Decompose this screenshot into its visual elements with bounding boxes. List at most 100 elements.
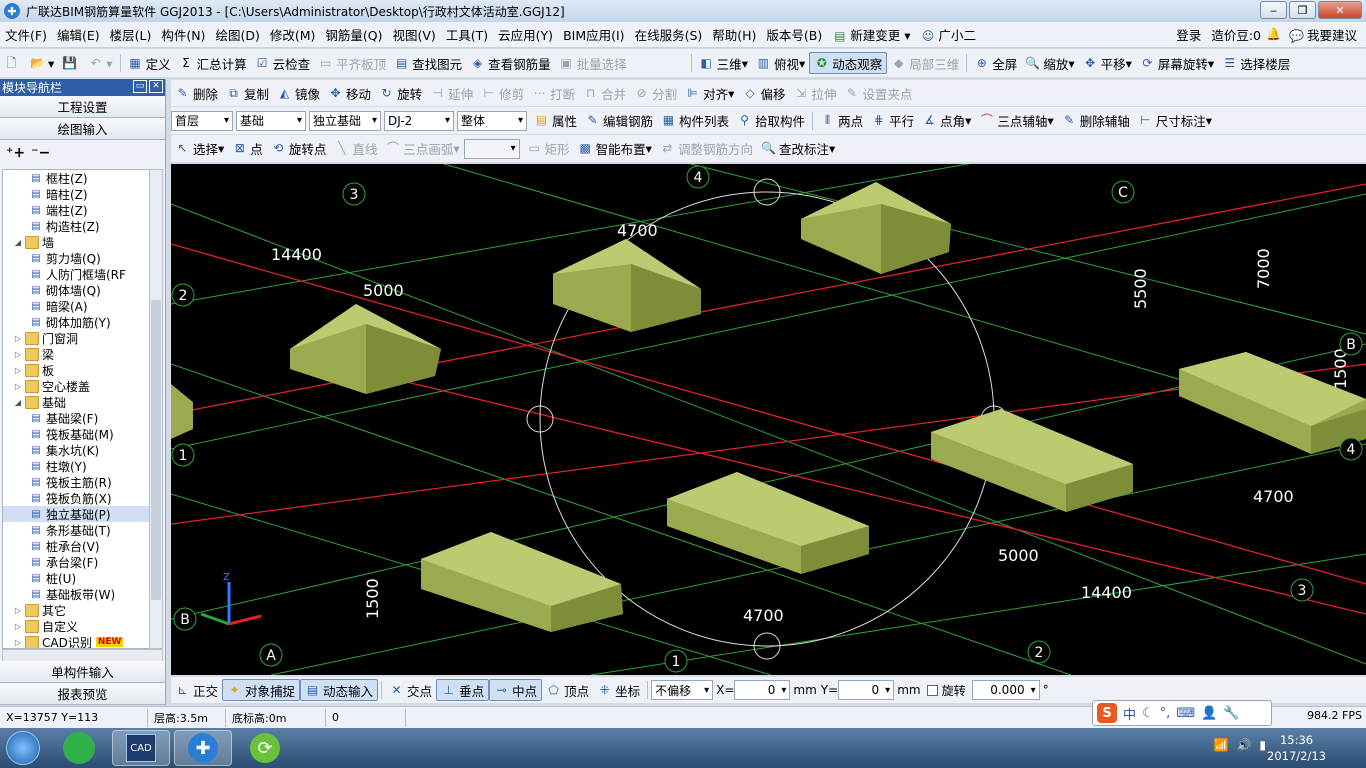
battery-icon[interactable]: ▮ (1259, 738, 1266, 752)
tree-item[interactable]: ▤ 砌体墙(Q) (3, 282, 149, 298)
ime-moon-icon[interactable]: ☾ (1142, 706, 1154, 721)
system-clock[interactable]: 15:36 2017/2/13 (1267, 732, 1326, 764)
three-point-axis-button[interactable]: ⌒ 三点辅轴 ▾ (975, 110, 1057, 132)
footing-5[interactable] (667, 472, 869, 574)
bell-icon[interactable]: 🔔 (1266, 27, 1281, 42)
open-file-button[interactable]: 📂 ▾ (26, 52, 58, 74)
orbit-button[interactable]: ✪ 动态观察 (809, 52, 888, 74)
x-input[interactable]: 0 (734, 680, 791, 700)
tree-item[interactable]: ▤ 暗柱(Z) (3, 186, 149, 202)
select-tool-button[interactable]: ↖ 选择 ▾ (171, 138, 228, 160)
expand-arrow-icon[interactable]: ▷ (13, 382, 23, 391)
menu-component[interactable]: 构件(N) (156, 25, 210, 44)
find-element-button[interactable]: ▤ 查找图元 (390, 52, 466, 74)
footing-3[interactable] (801, 182, 951, 274)
tree-item[interactable]: ▤ 承台梁(F) (3, 554, 149, 570)
ime-chinese-icon[interactable]: 中 (1123, 704, 1136, 723)
menu-assistant[interactable]: ☺ 广小二 (916, 25, 982, 44)
rotate-checkbox[interactable] (926, 684, 938, 696)
point-tool-button[interactable]: ⊠ 点 (228, 138, 267, 160)
extend-button[interactable]: ⊣ 延伸 (426, 82, 477, 104)
tree-item[interactable]: ▤ 筏板主筋(R) (3, 474, 149, 490)
pan-button[interactable]: ✥ 平移 ▾ (1079, 52, 1136, 74)
ime-user-icon[interactable]: 👤 (1201, 706, 1217, 721)
align-button[interactable]: ⊫ 对齐 ▾ (681, 82, 738, 104)
collapse-all-icon[interactable]: ⁻− (31, 145, 50, 161)
tree-item[interactable]: ▤ 基础板带(W) (3, 586, 149, 602)
tree-item[interactable]: ▤ 集水坑(K) (3, 442, 149, 458)
menu-file[interactable]: 文件(F) (0, 25, 52, 44)
ime-toolbar[interactable]: S 中 ☾ °, ⌨ 👤 🔧 (1092, 700, 1272, 726)
tree-item[interactable]: ▤ 桩承台(V) (3, 538, 149, 554)
properties-button[interactable]: ▤ 属性 (530, 110, 581, 132)
ime-punct-icon[interactable]: °, (1160, 706, 1171, 721)
tree-item[interactable]: ▤ 柱墩(Y) (3, 458, 149, 474)
volume-icon[interactable]: 🔊 (1236, 738, 1251, 752)
delete-axis-button[interactable]: ✎ 删除辅轴 (1058, 110, 1134, 132)
menu-floor[interactable]: 楼层(L) (105, 25, 157, 44)
taskbar-ggj-app[interactable]: ✚ (174, 730, 232, 766)
tree-item[interactable]: ▷ CAD识别 NEW (3, 634, 149, 648)
vertex-snap-toggle[interactable]: ⬠ 顶点 (542, 679, 593, 701)
fullscreen-button[interactable]: ⊕ 全屏 (970, 52, 1021, 74)
single-component-input-button[interactable]: 单构件输入 (0, 661, 165, 683)
tree-item[interactable]: ▷ 梁 (3, 346, 149, 362)
parallel-axis-button[interactable]: ⋕ 平行 (867, 110, 918, 132)
tree-vertical-scrollbar[interactable] (149, 169, 163, 649)
break-button[interactable]: ⋯ 打断 (528, 82, 579, 104)
line-tool-button[interactable]: ╲ 直线 (330, 138, 381, 160)
ime-keyboard-icon[interactable]: ⌨ (1176, 706, 1195, 721)
rotate-input[interactable]: 0.000 (971, 680, 1040, 700)
menu-view[interactable]: 视图(V) (387, 25, 440, 44)
menu-rebar[interactable]: 钢筋量(Q) (320, 25, 387, 44)
footing-1[interactable] (290, 304, 441, 394)
set-grip-button[interactable]: ✎ 设置夹点 (840, 82, 916, 104)
menu-online[interactable]: 在线服务(S) (630, 25, 708, 44)
mirror-button[interactable]: ◭ 镜像 (273, 82, 324, 104)
expand-arrow-icon[interactable]: ▷ (13, 638, 23, 647)
save-button[interactable]: 💾 (58, 52, 84, 74)
expand-arrow-icon[interactable]: ▷ (13, 622, 23, 631)
tree-item[interactable]: ▤ 暗梁(A) (3, 298, 149, 314)
report-preview-button[interactable]: 报表预览 (0, 683, 165, 705)
3d-view-button[interactable]: ◧ 三维 ▾ (695, 52, 752, 74)
footing-left-partial[interactable] (171, 384, 193, 439)
tree-item[interactable]: ▤ 独立基础(P) (3, 506, 149, 522)
smart-layout-button[interactable]: ▩ 智能布置 ▾ (574, 138, 656, 160)
menu-new-change[interactable]: ▤ 新建变更 ▾ (827, 25, 915, 44)
tree-item[interactable]: ▷ 板 (3, 362, 149, 378)
define-button[interactable]: ▦ 定义 (124, 52, 175, 74)
type-select[interactable]: 独立基础 (309, 110, 381, 131)
pin-icon[interactable]: ▭ (133, 80, 147, 93)
edit-rebar-button[interactable]: ✎ 编辑钢筋 (581, 110, 657, 132)
tree-item[interactable]: ▤ 构造柱(Z) (3, 218, 149, 234)
project-settings-button[interactable]: 工程设置 (0, 96, 165, 118)
rotate-point-button[interactable]: ⟲ 旋转点 (267, 138, 331, 160)
expand-arrow-icon[interactable]: ▷ (13, 350, 23, 359)
top-view-button[interactable]: ▥ 俯视 ▾ (752, 52, 809, 74)
edit-annotation-button[interactable]: 🔍 查改标注 ▾ (757, 138, 839, 160)
tree-item[interactable]: ▷ 空心楼盖 (3, 378, 149, 394)
start-button[interactable] (0, 728, 46, 768)
object-snap-toggle[interactable]: ✦ 对象捕捉 (222, 679, 301, 701)
local-3d-button[interactable]: ◆ 局部三维 (887, 52, 963, 74)
maximize-button[interactable]: ❐ (1289, 1, 1316, 19)
ortho-toggle[interactable]: ⊾ 正交 (171, 679, 222, 701)
screen-rotate-button[interactable]: ⟳ 屏幕旋转 ▾ (1136, 52, 1218, 74)
stretch-button[interactable]: ⇲ 拉伸 (789, 82, 840, 104)
component-list-button[interactable]: ▦ 构件列表 (657, 110, 733, 132)
zoom-button[interactable]: 🔍 缩放 ▾ (1021, 52, 1078, 74)
tree-item[interactable]: ▤ 剪力墙(Q) (3, 250, 149, 266)
menu-version[interactable]: 版本号(B) (761, 25, 827, 44)
undo-button[interactable]: ↶ ▾ (84, 52, 116, 74)
ime-settings-icon[interactable]: 🔧 (1223, 706, 1239, 721)
coordinate-snap-toggle[interactable]: ⁜ 坐标 (593, 679, 644, 701)
adjust-rebar-direction-button[interactable]: ⇄ 调整钢筋方向 (656, 138, 757, 160)
summary-calc-button[interactable]: Σ 汇总计算 (175, 52, 251, 74)
arc-mode-select[interactable] (463, 138, 520, 159)
tree-item[interactable]: ▤ 基础梁(F) (3, 410, 149, 426)
3d-view-svg[interactable]: 14400 5000 4700 5500 7000 1500 4700 5000 14400 47… (171, 164, 1366, 675)
footing-2[interactable] (553, 239, 701, 332)
tree-item[interactable]: ◢ 基础 (3, 394, 149, 410)
move-button[interactable]: ✥ 移动 (324, 82, 375, 104)
